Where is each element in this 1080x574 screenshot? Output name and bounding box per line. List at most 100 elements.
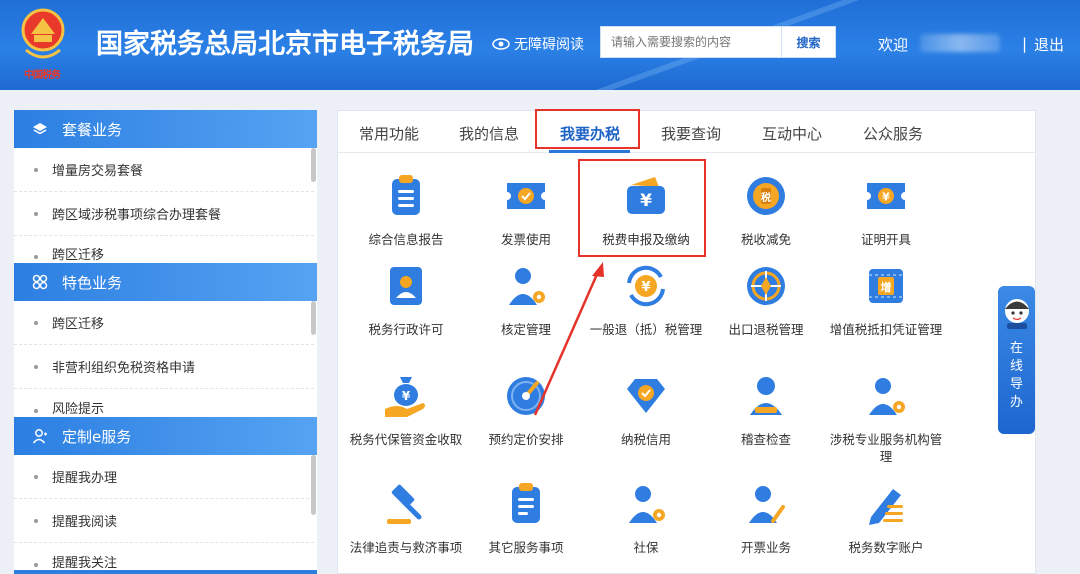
blurred-username — [920, 34, 1000, 52]
gavel-icon — [387, 484, 422, 524]
tax-emblem-icon — [21, 8, 65, 59]
sidebar-section-title: 定制e服务 — [62, 427, 132, 446]
scrollbar-thumb[interactable] — [311, 455, 316, 515]
service-label: 涉税专业服务机构管理 — [829, 432, 943, 464]
layers-icon — [33, 123, 47, 135]
service-item[interactable]: 开票业务 — [706, 481, 826, 556]
clipboard-icon — [392, 175, 420, 215]
service-label: 其它服务事项 — [488, 540, 564, 555]
svg-text:税: 税 — [761, 191, 771, 204]
coin-icon: 税 — [747, 177, 785, 215]
service-label: 稽查检查 — [740, 432, 791, 447]
search-input[interactable] — [600, 26, 781, 58]
service-item[interactable]: 稽查检查 — [706, 373, 826, 448]
service-label: 税务代保管资金收取 — [349, 432, 463, 447]
sidebar-section-title: 套餐业务 — [62, 120, 123, 139]
main-panel: 常用功能 我的信息 我要办税 我要查询 互动中心 公众服务 综合信息报告 发票使… — [337, 109, 1036, 574]
bullet — [34, 320, 38, 325]
tab-query[interactable]: 我要查询 — [661, 123, 721, 144]
svg-text:¥: ¥ — [882, 191, 890, 204]
user-icon — [32, 429, 47, 444]
sidebar-item[interactable]: 非营利组织免税资格申请 — [14, 345, 314, 389]
sidebar-item[interactable]: 增量房交易套餐 — [14, 148, 314, 192]
sidebar-section-title: 特色业务 — [62, 273, 123, 292]
service-item[interactable]: 税务行政许可 — [346, 263, 466, 338]
sidebar-item[interactable]: 提醒我关注 — [14, 551, 314, 571]
search-button[interactable]: 搜索 — [781, 26, 836, 58]
site-header: 中国税务 国家税务总局北京市电子税务局 无障碍阅读 搜索 欢迎 | 退出 — [0, 0, 1080, 90]
tab-interaction[interactable]: 互动中心 — [762, 123, 822, 144]
bullet — [34, 518, 38, 523]
invoice-user-icon — [749, 486, 785, 523]
service-item[interactable]: 税 税收减免 — [706, 173, 826, 248]
sidebar-item[interactable]: 跨区迁移 — [14, 301, 314, 345]
tab-public-service[interactable]: 公众服务 — [863, 123, 923, 144]
tab-common[interactable]: 常用功能 — [359, 123, 419, 144]
sidebar-section-custom-service[interactable]: 定制e服务 — [14, 417, 317, 455]
service-item[interactable]: 法律追责与救济事项 — [346, 481, 466, 556]
sidebar-item-label: 提醒我阅读 — [52, 515, 118, 530]
sidebar-item[interactable]: 跨区域涉税事项综合办理套餐 — [14, 192, 314, 236]
bullet — [34, 563, 38, 567]
sidebar-item[interactable]: 提醒我办理 — [14, 455, 314, 499]
online-guide-button[interactable]: 在线导办 — [998, 286, 1035, 434]
service-item[interactable]: 预约定价安排 — [466, 373, 586, 448]
service-label: 税务数字账户 — [848, 540, 924, 555]
money-bag-icon: ¥ — [385, 377, 425, 417]
service-item[interactable]: 涉税专业服务机构管理 — [826, 373, 946, 465]
logout-link[interactable]: 退出 — [1034, 34, 1064, 55]
assistant-avatar-icon — [1004, 299, 1029, 329]
service-label: 综合信息报告 — [368, 232, 444, 247]
service-label: 社保 — [633, 540, 659, 555]
service-item[interactable]: 社保 — [586, 481, 706, 556]
tab-my-info[interactable]: 我的信息 — [459, 123, 519, 144]
service-item[interactable]: 纳税信用 — [586, 373, 706, 448]
svg-text:增: 增 — [881, 280, 892, 294]
service-item[interactable]: ¥ 一般退（抵）税管理 — [586, 263, 706, 338]
sidebar-item-label: 提醒我办理 — [52, 471, 118, 486]
highlight-box-service — [578, 159, 706, 257]
highlight-box-tab — [535, 109, 640, 149]
service-label: 开票业务 — [740, 540, 791, 555]
accessibility-link[interactable]: 无障碍阅读 — [492, 34, 584, 54]
service-item[interactable]: 增 增值税抵扣凭证管理 — [826, 263, 946, 338]
online-guide-label: 在线导办 — [1009, 341, 1023, 410]
sidebar-item[interactable]: 风险提示 — [14, 397, 314, 417]
accessibility-label: 无障碍阅读 — [514, 37, 584, 53]
grid-icon — [32, 274, 48, 290]
service-label: 法律追责与救济事项 — [349, 540, 463, 555]
ticket-icon — [507, 183, 545, 209]
sidebar-item-label: 增量房交易套餐 — [52, 164, 144, 179]
service-item[interactable]: 发票使用 — [466, 173, 586, 248]
service-label: 出口退税管理 — [728, 322, 804, 337]
sidebar-item-label: 非营利组织免税资格申请 — [52, 361, 196, 376]
bullet — [34, 364, 38, 369]
sidebar-item-label: 跨区迁移 — [52, 248, 105, 263]
next-section-edge — [14, 570, 317, 574]
sidebar: 套餐业务 增量房交易套餐 跨区域涉税事项综合办理套餐 跨区迁移 特色业务 跨区迁… — [14, 110, 317, 574]
scrollbar-thumb[interactable] — [311, 148, 316, 182]
sidebar-item[interactable]: 提醒我阅读 — [14, 499, 314, 543]
service-item[interactable]: 核定管理 — [466, 263, 586, 338]
bullet — [34, 167, 38, 172]
scrollbar-thumb[interactable] — [311, 301, 316, 335]
service-item[interactable]: ¥ 税务代保管资金收取 — [346, 373, 466, 448]
bullet — [34, 211, 38, 216]
sidebar-section-package[interactable]: 套餐业务 — [14, 110, 317, 148]
social-security-icon — [629, 486, 665, 523]
sidebar-item-label: 跨区迁移 — [52, 317, 105, 332]
service-item[interactable]: 出口退税管理 — [706, 263, 826, 338]
service-label: 税收减免 — [740, 232, 791, 247]
service-label: 一般退（抵）税管理 — [589, 322, 703, 337]
service-label: 核定管理 — [500, 322, 551, 337]
sidebar-item[interactable]: 跨区迁移 — [14, 243, 314, 263]
service-item[interactable]: 综合信息报告 — [346, 173, 466, 248]
diamond-icon — [627, 379, 665, 413]
vat-icon: 增 — [869, 269, 903, 303]
service-item[interactable]: 其它服务事项 — [466, 481, 586, 556]
eye-icon — [492, 38, 510, 50]
service-item[interactable]: ¥ 证明开具 — [826, 173, 946, 248]
service-item[interactable]: 税务数字账户 — [826, 481, 946, 556]
sidebar-section-featured[interactable]: 特色业务 — [14, 263, 317, 301]
id-card-icon — [390, 267, 422, 305]
